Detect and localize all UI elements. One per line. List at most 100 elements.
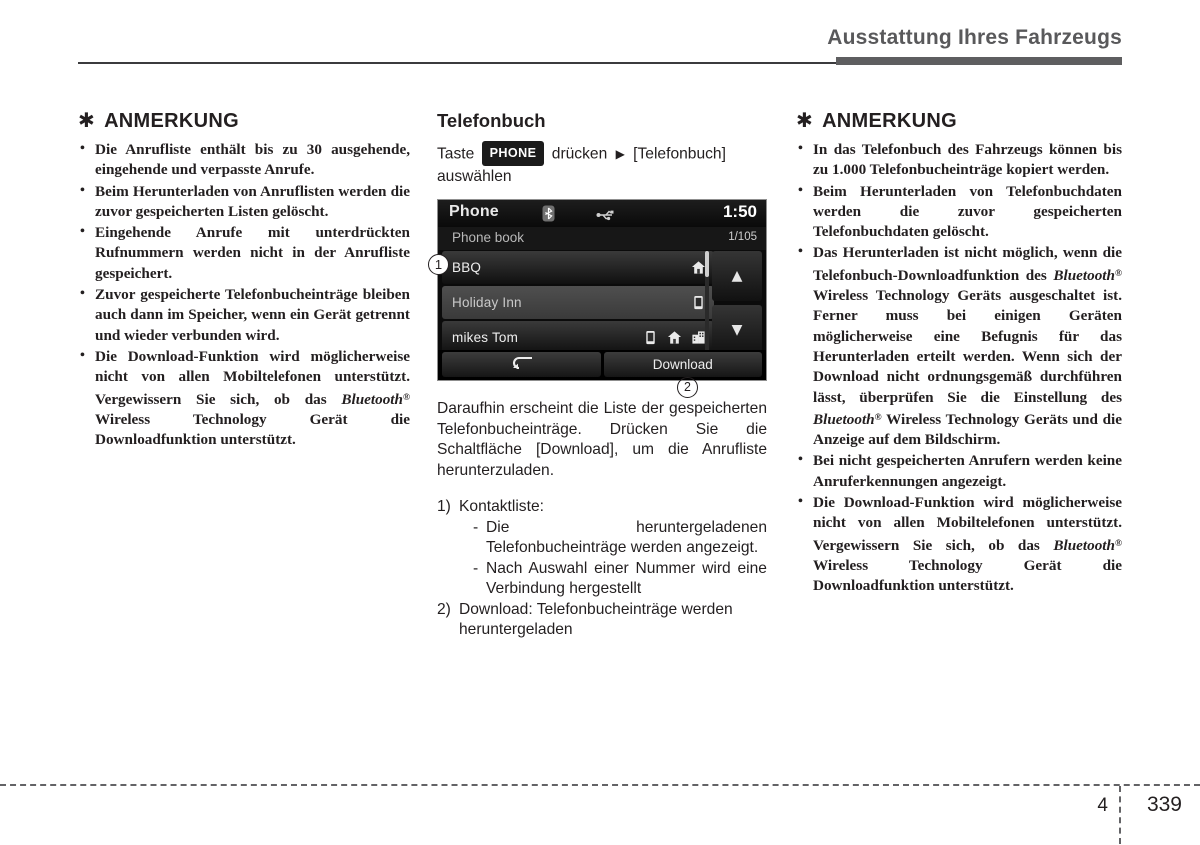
left-column: ✱ ANMERKUNG Die Anrufliste enthält bis z…	[78, 110, 410, 451]
section-heading-telefonbuch: Telefonbuch	[437, 110, 546, 131]
page-title: Ausstattung Ihres Fahrzeugs	[827, 26, 1122, 49]
dash-marker: -	[473, 518, 479, 536]
note-item-text: Eingehende Anrufe mit unterdrückten Rufn…	[95, 224, 410, 282]
contact-type-icons	[691, 260, 706, 275]
list-item: Das Herunterladen ist nicht möglich, wen…	[796, 242, 1122, 450]
bluetooth-label: Bluetooth	[341, 390, 403, 408]
note-list-left: Die Anrufliste enthält bis zu 30 ausgehe…	[78, 139, 410, 450]
note-heading-label: ANMERKUNG	[104, 110, 239, 132]
note-heading-right: ✱ ANMERKUNG	[796, 110, 1122, 133]
bluetooth-wordmark: Bluetooth®	[1053, 267, 1122, 284]
note-item-text: In das Telefonbuch des Fahrzeugs können …	[813, 141, 1122, 179]
list-item: - Die heruntergeladenen Telefonbucheintr…	[473, 518, 767, 559]
list-item: 1) Kontaktliste: - Die heruntergeladenen…	[437, 497, 767, 600]
back-button[interactable]	[442, 352, 601, 377]
step-prefix: Taste	[437, 145, 475, 163]
note-list-right: In das Telefonbuch des Fahrzeugs können …	[796, 139, 1122, 596]
contact-type-icons	[643, 330, 706, 345]
note-item-text: Die Download-Funktion wird möglicherweis…	[95, 348, 410, 448]
registered-mark: ®	[402, 392, 410, 403]
download-button[interactable]: Download	[603, 352, 762, 377]
list-item: Die Download-Funktion wird möglicherweis…	[78, 346, 410, 450]
step-instruction: Taste PHONE drücken ▶ [Telefonbuch] ausw…	[437, 141, 767, 188]
list-item: Bei nicht gespeicherten Anrufern werden …	[796, 450, 1122, 492]
head-unit-screen: Phone 1:50 Phone book 1/105 BBQ Holiday …	[437, 199, 767, 381]
numbered-list: 1) Kontaktliste: - Die heruntergeladenen…	[437, 497, 767, 641]
bluetooth-label: Bluetooth	[1053, 266, 1115, 284]
callout-marker-2-label: 2	[677, 377, 698, 398]
list-item-label: Kontaktliste:	[459, 498, 544, 515]
note-item-text: Beim Herunterladen von Anruflisten werde…	[95, 182, 410, 220]
device-list-title: Phone book	[452, 230, 525, 245]
chapter-number: 4	[1097, 795, 1108, 816]
phone-key-chip[interactable]: PHONE	[481, 141, 545, 166]
description-paragraph: Daraufhin erscheint die Liste der gespei…	[437, 400, 767, 479]
asterisk-icon: ✱	[796, 108, 814, 132]
arrow-right-icon: ▶	[615, 146, 625, 161]
contact-name: mikes Tom	[452, 330, 519, 345]
bluetooth-label: Bluetooth	[1053, 536, 1115, 554]
callout-marker-2: 2	[677, 377, 698, 398]
scroll-down-button[interactable]: ▼	[712, 305, 762, 355]
list-item: In das Telefonbuch des Fahrzeugs können …	[796, 139, 1122, 181]
list-item: Zuvor gespeicherte Telefonbucheinträge b…	[78, 284, 410, 346]
scroll-controls: ▲ ▼	[705, 251, 762, 359]
step-middle: drücken	[551, 145, 608, 163]
note-item-text: Die Download-Funktion wird möglicherweis…	[813, 494, 1122, 594]
footer-vertical-rule	[1119, 786, 1121, 844]
bluetooth-label: Bluetooth	[813, 410, 875, 428]
triangle-down-icon: ▼	[731, 322, 743, 338]
home-icon	[691, 260, 706, 275]
footer-rule	[0, 784, 1200, 786]
step-target: [Telefonbuch]	[633, 145, 726, 163]
device-sub-bar: Phone book 1/105	[438, 227, 766, 250]
dash-marker: -	[473, 559, 479, 577]
list-item: Eingehende Anrufe mit unterdrückten Rufn…	[78, 222, 410, 284]
step-suffix: auswählen	[437, 168, 512, 185]
device-list-count: 1/105	[728, 231, 757, 243]
bluetooth-wordmark: Bluetooth®	[1053, 537, 1122, 554]
list-item: Die Anrufliste enthält bis zu 30 ausgehe…	[78, 139, 410, 181]
bluetooth-wordmark: Bluetooth®	[341, 391, 410, 408]
asterisk-icon: ✱	[78, 108, 96, 132]
callout-marker-1: 1	[428, 254, 449, 275]
list-item: 2) Download: Telefonbucheinträge werden …	[437, 600, 767, 641]
list-item: Die Download-Funktion wird möglicherweis…	[796, 492, 1122, 596]
sub-item-text: Nach Auswahl einer Nummer wird eine Verb…	[486, 559, 767, 598]
scrollbar-thumb[interactable]	[705, 251, 709, 277]
table-row[interactable]: BBQ	[442, 251, 714, 284]
note-item-text: Zuvor gespeicherte Telefonbucheinträge b…	[95, 286, 410, 344]
note-item-text: Beim Herunterladen von Telefonbuchdaten …	[813, 182, 1122, 241]
registered-mark: ®	[874, 412, 882, 423]
office-icon	[691, 330, 706, 345]
table-row[interactable]: Holiday Inn	[442, 286, 714, 319]
device-bottom-bar: Download	[438, 350, 766, 380]
page-number: 339	[1146, 793, 1182, 816]
mobile-icon	[643, 330, 658, 345]
usb-icon	[596, 208, 616, 221]
note-heading-label: ANMERKUNG	[822, 110, 957, 132]
note-item-text-part2: Wireless Technology Geräts ausgeschaltet…	[813, 287, 1122, 406]
sub-item-text: Die heruntergeladenen Telefonbucheinträg…	[486, 518, 767, 557]
note-item-text: Bei nicht gespeicherten Anrufern werden …	[813, 452, 1122, 490]
note-item-text: Das Herunterladen ist nicht möglich, wen…	[813, 244, 1122, 448]
right-column: ✱ ANMERKUNG In das Telefonbuch des Fahrz…	[796, 110, 1122, 597]
contact-name: Holiday Inn	[452, 295, 522, 310]
header-rule-thick	[836, 57, 1122, 65]
note-item-text: Die Anrufliste enthält bis zu 30 ausgehe…	[95, 141, 410, 179]
registered-mark: ®	[1114, 268, 1122, 279]
back-arrow-icon	[508, 355, 534, 374]
device-title: Phone	[449, 203, 499, 220]
scroll-up-button[interactable]: ▲	[712, 251, 762, 301]
mobile-icon	[691, 295, 706, 310]
home-icon	[667, 330, 682, 345]
bluetooth-icon	[542, 205, 555, 222]
contact-name: BBQ	[452, 260, 482, 275]
list-item: Beim Herunterladen von Telefonbuchdaten …	[796, 181, 1122, 243]
bluetooth-wordmark: Bluetooth®	[813, 411, 882, 428]
list-item: Beim Herunterladen von Anruflisten werde…	[78, 181, 410, 223]
note-heading-left: ✱ ANMERKUNG	[78, 110, 410, 133]
triangle-up-icon: ▲	[731, 268, 743, 284]
list-item: - Nach Auswahl einer Nummer wird eine Ve…	[473, 559, 767, 600]
contact-type-icons	[691, 295, 706, 310]
